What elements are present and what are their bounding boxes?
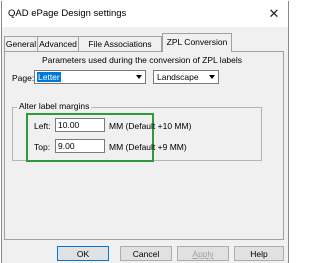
apply-button[interactable]: Apply	[177, 246, 229, 261]
tab-general[interactable]: General	[4, 36, 38, 52]
page-label: Page:	[12, 73, 35, 83]
left-margin-input[interactable]	[55, 118, 105, 132]
ok-button[interactable]: OK	[57, 246, 109, 261]
chevron-down-icon[interactable]	[206, 72, 217, 82]
orientation-select[interactable]: Landscape	[153, 70, 219, 84]
title-bar: QAD ePage Design settings ✕	[2, 1, 288, 27]
chevron-down-icon[interactable]	[133, 72, 144, 82]
cancel-button[interactable]: Cancel	[120, 246, 172, 261]
orientation-value: Landscape	[157, 72, 199, 82]
close-button[interactable]: ✕	[260, 1, 288, 27]
tab-advanced[interactable]: Advanced	[37, 36, 79, 52]
left-margin-label: Left:	[34, 121, 51, 131]
left-margin-unit: MM (Default +10 MM)	[109, 121, 192, 131]
top-margin-unit: MM (Default +9 MM)	[109, 142, 187, 152]
help-button[interactable]: Help	[234, 246, 284, 261]
window-title: QAD ePage Design settings	[8, 8, 127, 19]
top-margin-label: Top:	[34, 142, 51, 152]
page-size-value: Letter	[37, 72, 61, 82]
margins-group-title: Alter label margins	[17, 101, 92, 111]
panel-description: Parameters used during the conversion of…	[42, 55, 243, 65]
tab-zpl-conversion[interactable]: ZPL Conversion	[162, 33, 232, 52]
tab-file-associations[interactable]: File Associations	[78, 36, 162, 52]
top-margin-input[interactable]	[55, 139, 105, 153]
page-size-select[interactable]: Letter	[34, 70, 146, 84]
